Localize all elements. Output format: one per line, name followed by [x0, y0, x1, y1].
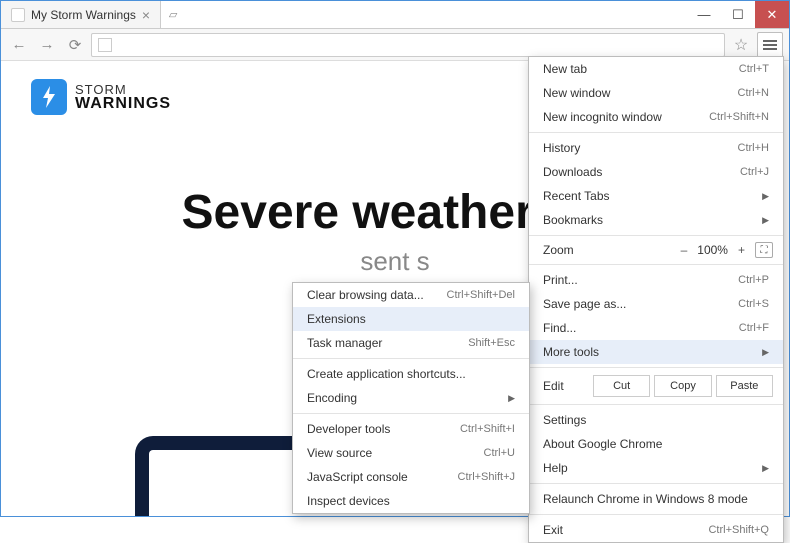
lightning-icon — [31, 79, 67, 115]
menu-incognito[interactable]: New incognito windowCtrl+Shift+N — [529, 105, 783, 129]
paste-button[interactable]: Paste — [716, 375, 773, 397]
forward-button[interactable]: → — [35, 33, 59, 57]
submenu-task-manager[interactable]: Task managerShift+Esc — [293, 331, 529, 355]
menu-exit[interactable]: ExitCtrl+Shift+Q — [529, 518, 783, 542]
submenu-js-console[interactable]: JavaScript consoleCtrl+Shift+J — [293, 465, 529, 489]
menu-new-tab[interactable]: New tabCtrl+T — [529, 57, 783, 81]
edit-label: Edit — [543, 379, 589, 393]
menu-relaunch[interactable]: Relaunch Chrome in Windows 8 mode — [529, 487, 783, 511]
browser-tab[interactable]: My Storm Warnings × — [1, 1, 161, 28]
submenu-encoding[interactable]: Encoding▶ — [293, 386, 529, 410]
address-bar[interactable] — [91, 33, 725, 57]
menu-save-page[interactable]: Save page as...Ctrl+S — [529, 292, 783, 316]
submenu-devtools[interactable]: Developer toolsCtrl+Shift+I — [293, 417, 529, 441]
menu-edit: Edit Cut Copy Paste — [529, 371, 783, 401]
chevron-right-icon: ▶ — [762, 215, 769, 226]
chevron-right-icon: ▶ — [762, 463, 769, 474]
tab-close-icon[interactable]: × — [142, 7, 150, 23]
chevron-right-icon: ▶ — [762, 347, 769, 358]
chrome-main-menu: New tabCtrl+T New windowCtrl+N New incog… — [528, 56, 784, 543]
logo[interactable]: STORM WARNINGS — [31, 79, 171, 115]
zoom-out-button[interactable]: – — [681, 243, 688, 257]
back-button[interactable]: ← — [7, 33, 31, 57]
menu-downloads[interactable]: DownloadsCtrl+J — [529, 160, 783, 184]
chevron-right-icon: ▶ — [762, 191, 769, 202]
tab-title: My Storm Warnings — [31, 8, 136, 22]
logo-line1: STORM — [75, 83, 171, 96]
chevron-right-icon: ▶ — [508, 393, 515, 404]
menu-recent-tabs[interactable]: Recent Tabs▶ — [529, 184, 783, 208]
hamburger-icon — [763, 44, 777, 46]
menu-find[interactable]: Find...Ctrl+F — [529, 316, 783, 340]
submenu-extensions[interactable]: Extensions — [293, 307, 529, 331]
logo-text: STORM WARNINGS — [75, 83, 171, 112]
more-tools-submenu: Clear browsing data...Ctrl+Shift+Del Ext… — [292, 282, 530, 514]
menu-more-tools[interactable]: More tools▶ — [529, 340, 783, 364]
logo-line2: WARNINGS — [75, 96, 171, 112]
zoom-in-button[interactable]: + — [738, 243, 745, 257]
submenu-shortcuts[interactable]: Create application shortcuts... — [293, 362, 529, 386]
submenu-view-source[interactable]: View sourceCtrl+U — [293, 441, 529, 465]
cut-button[interactable]: Cut — [593, 375, 650, 397]
page-icon — [98, 38, 112, 52]
menu-history[interactable]: HistoryCtrl+H — [529, 136, 783, 160]
hero-bold: Severe weather — [182, 186, 534, 239]
reload-button[interactable]: ⟳ — [63, 33, 87, 57]
menu-print[interactable]: Print...Ctrl+P — [529, 268, 783, 292]
submenu-inspect-devices[interactable]: Inspect devices — [293, 489, 529, 513]
maximize-button[interactable]: ☐ — [721, 1, 755, 28]
menu-new-window[interactable]: New windowCtrl+N — [529, 81, 783, 105]
zoom-label: Zoom — [543, 243, 589, 257]
bookmark-star-icon[interactable]: ☆ — [729, 35, 753, 55]
menu-about[interactable]: About Google Chrome — [529, 432, 783, 456]
zoom-value: 100% — [697, 243, 728, 257]
favicon-icon — [11, 8, 25, 22]
close-window-button[interactable]: ✕ — [755, 1, 789, 28]
menu-zoom: Zoom – 100% + ⛶ — [529, 239, 783, 261]
menu-settings[interactable]: Settings — [529, 408, 783, 432]
fullscreen-button[interactable]: ⛶ — [755, 242, 773, 258]
titlebar: My Storm Warnings × ▱ — ☐ ✕ — [1, 1, 789, 29]
copy-button[interactable]: Copy — [654, 375, 711, 397]
minimize-button[interactable]: — — [687, 1, 721, 28]
window-controls: — ☐ ✕ — [687, 1, 789, 28]
submenu-clear-data[interactable]: Clear browsing data...Ctrl+Shift+Del — [293, 283, 529, 307]
menu-bookmarks[interactable]: Bookmarks▶ — [529, 208, 783, 232]
new-tab-button[interactable]: ▱ — [161, 1, 185, 28]
chrome-menu-button[interactable] — [757, 32, 783, 58]
menu-help[interactable]: Help▶ — [529, 456, 783, 480]
